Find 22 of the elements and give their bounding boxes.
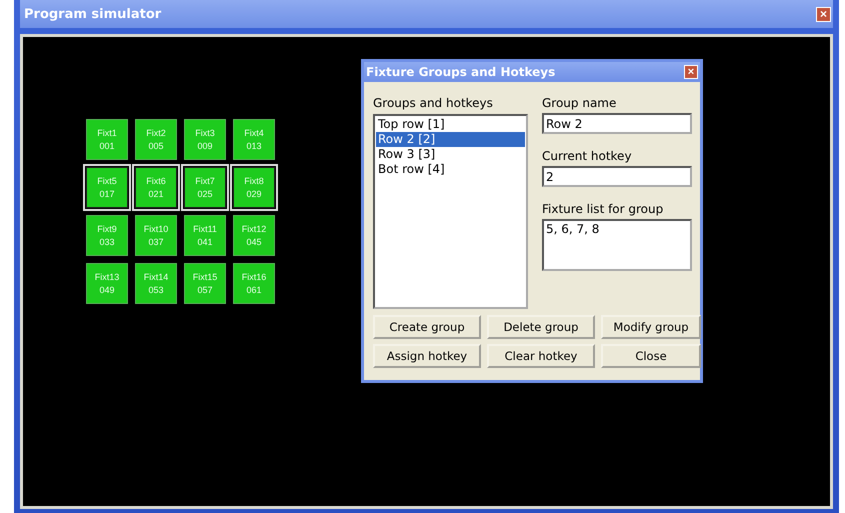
field-label: Current hotkey: [542, 149, 633, 163]
list-item[interactable]: Bot row [4]: [376, 162, 525, 177]
groups-label: Groups and hotkeys: [373, 96, 494, 110]
dialog-button[interactable]: Create group: [373, 315, 481, 339]
close-button[interactable]: ×: [816, 6, 831, 22]
list-item[interactable]: Row 2 [2]: [376, 132, 525, 147]
field-label: Group name: [542, 96, 618, 110]
list-item[interactable]: Row 3 [3]: [376, 147, 525, 162]
dialog-button[interactable]: Delete group: [487, 315, 595, 339]
dialog-button[interactable]: Clear hotkey: [487, 344, 595, 368]
dialog-button[interactable]: Close: [601, 344, 701, 368]
fixture-list-field[interactable]: 5, 6, 7, 8: [542, 219, 692, 271]
window-title: Program simulator: [23, 6, 162, 22]
list-item[interactable]: Top row [1]: [376, 117, 525, 132]
groups-list[interactable]: Top row [1] Row 2 [2] Row 3 [3] Bot row [4]: [373, 114, 528, 309]
field-label: Fixture list for group: [542, 202, 664, 216]
group-name-field[interactable]: Row 2: [542, 113, 692, 134]
dialog-button[interactable]: Assign hotkey: [373, 344, 481, 368]
dialog-button[interactable]: Modify group: [601, 315, 701, 339]
hotkey-field[interactable]: 2: [542, 166, 692, 187]
dialog-title: Fixture Groups and Hotkeys: [365, 65, 556, 79]
close-button[interactable]: ×: [684, 65, 698, 79]
